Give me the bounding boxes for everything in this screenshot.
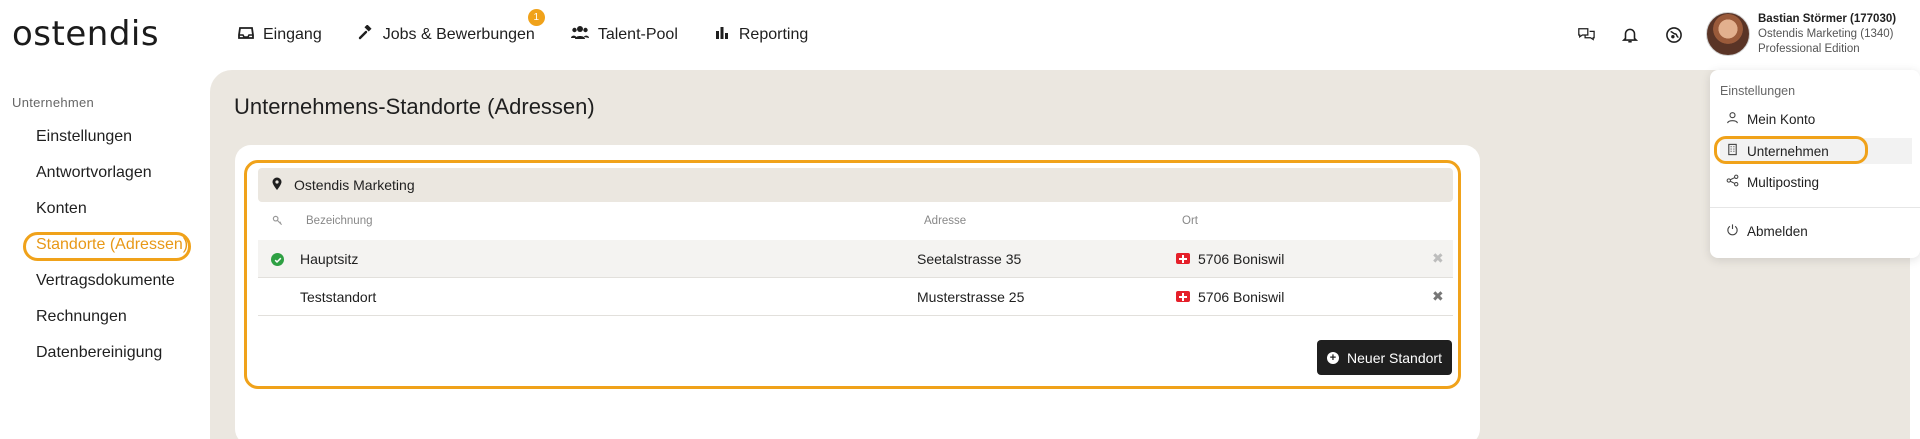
menu-label: Multiposting	[1747, 174, 1820, 190]
user-name: Bastian Störmer (177030)	[1758, 13, 1897, 25]
menu-label: Abmelden	[1747, 223, 1808, 239]
location-city: 5706 Boniswil	[1198, 251, 1285, 267]
nav-label: Eingang	[263, 26, 322, 43]
notification-badge: 1	[527, 8, 545, 26]
user-company: Ostendis Marketing (1340)	[1758, 28, 1894, 40]
menu-item-mein-konto[interactable]: Mein Konto	[1720, 106, 1912, 132]
primary-check-icon	[271, 253, 284, 266]
table-row[interactable]: Teststandort Musterstrasse 25 5706 Bonis…	[258, 278, 1453, 316]
location-designation: Teststandort	[300, 289, 377, 305]
nav-item-talent-pool[interactable]: Talent-Pool	[570, 25, 678, 46]
user-icon	[1726, 111, 1739, 127]
gavel-icon	[358, 23, 374, 46]
location-address: Musterstrasse 25	[917, 289, 1025, 305]
group-name: Ostendis Marketing	[294, 177, 415, 193]
building-icon	[1726, 143, 1739, 159]
delete-icon[interactable]: ✖	[1432, 288, 1444, 305]
sidebar-item-vertragsdokumente[interactable]: Vertragsdokumente	[36, 272, 175, 290]
nav-label: Jobs & Bewerbungen	[382, 26, 535, 43]
plus-circle-icon: +	[1327, 351, 1340, 364]
location-address: Seetalstrasse 35	[917, 251, 1022, 267]
user-info[interactable]: Bastian Störmer (177030) Ostendis Market…	[1758, 12, 1896, 57]
page-title: Unternehmens-Standorte (Adressen)	[234, 94, 595, 119]
top-bar: ostendis Eingang Jobs & Bewerbungen 1 Ta…	[0, 0, 1920, 70]
new-location-button[interactable]: + Neuer Standort	[1317, 340, 1452, 375]
menu-divider	[1710, 207, 1920, 208]
menu-item-unternehmen[interactable]: Unternehmen	[1720, 138, 1912, 164]
top-icons	[1576, 25, 1684, 45]
dropdown-heading: Einstellungen	[1720, 84, 1796, 98]
logo[interactable]: ostendis	[12, 14, 159, 54]
menu-label: Mein Konto	[1747, 111, 1816, 127]
menu-label: Unternehmen	[1747, 143, 1829, 159]
nav-label: Talent-Pool	[597, 26, 678, 43]
power-icon	[1726, 223, 1739, 239]
users-icon	[570, 25, 589, 46]
main-nav: Eingang Jobs & Bewerbungen 1 Talent-Pool…	[238, 0, 808, 70]
new-location-label: Neuer Standort	[1347, 349, 1442, 366]
sidebar-item-einstellungen[interactable]: Einstellungen	[36, 128, 132, 146]
swiss-flag-icon	[1176, 291, 1190, 302]
sidebar-item-konten[interactable]: Konten	[36, 200, 87, 218]
column-header-ort[interactable]: Ort	[1182, 215, 1198, 227]
location-city: 5706 Boniswil	[1198, 289, 1285, 305]
map-pin-icon	[270, 177, 284, 194]
nav-item-reporting[interactable]: Reporting	[714, 25, 808, 46]
menu-item-multiposting[interactable]: Multiposting	[1720, 169, 1912, 195]
sidebar-heading: Unternehmen	[12, 95, 95, 110]
nav-item-jobs[interactable]: Jobs & Bewerbungen 1	[358, 8, 545, 46]
menu-item-abmelden[interactable]: Abmelden	[1720, 218, 1912, 244]
sidebar-item-antwortvorlagen[interactable]: Antwortvorlagen	[36, 164, 152, 182]
share-icon	[1726, 174, 1739, 190]
sidebar-item-datenbereinigung[interactable]: Datenbereinigung	[36, 344, 162, 362]
avatar[interactable]	[1706, 12, 1750, 56]
location-designation: Hauptsitz	[300, 251, 359, 267]
location-group-header: Ostendis Marketing	[258, 168, 1453, 202]
sidebar-item-rechnungen[interactable]: Rechnungen	[36, 308, 127, 326]
inbox-icon	[238, 25, 254, 46]
bar-chart-icon	[714, 25, 730, 46]
key-icon	[272, 215, 283, 229]
delete-icon[interactable]: ✖	[1432, 250, 1444, 267]
bell-icon[interactable]	[1620, 25, 1640, 45]
column-header-adresse[interactable]: Adresse	[924, 215, 966, 227]
chat-icon[interactable]	[1576, 25, 1596, 45]
table-row[interactable]: Hauptsitz Seetalstrasse 35 5706 Boniswil…	[258, 240, 1453, 278]
nav-item-eingang[interactable]: Eingang	[238, 25, 322, 46]
user-edition: Professional Edition	[1758, 43, 1860, 55]
globe-icon[interactable]	[1664, 25, 1684, 45]
column-header-bezeichnung[interactable]: Bezeichnung	[306, 215, 373, 227]
nav-label: Reporting	[738, 26, 809, 43]
settings-dropdown: Einstellungen Mein Konto Unternehmen Mul…	[1710, 70, 1920, 258]
active-item-highlight	[23, 232, 191, 261]
swiss-flag-icon	[1176, 253, 1190, 264]
